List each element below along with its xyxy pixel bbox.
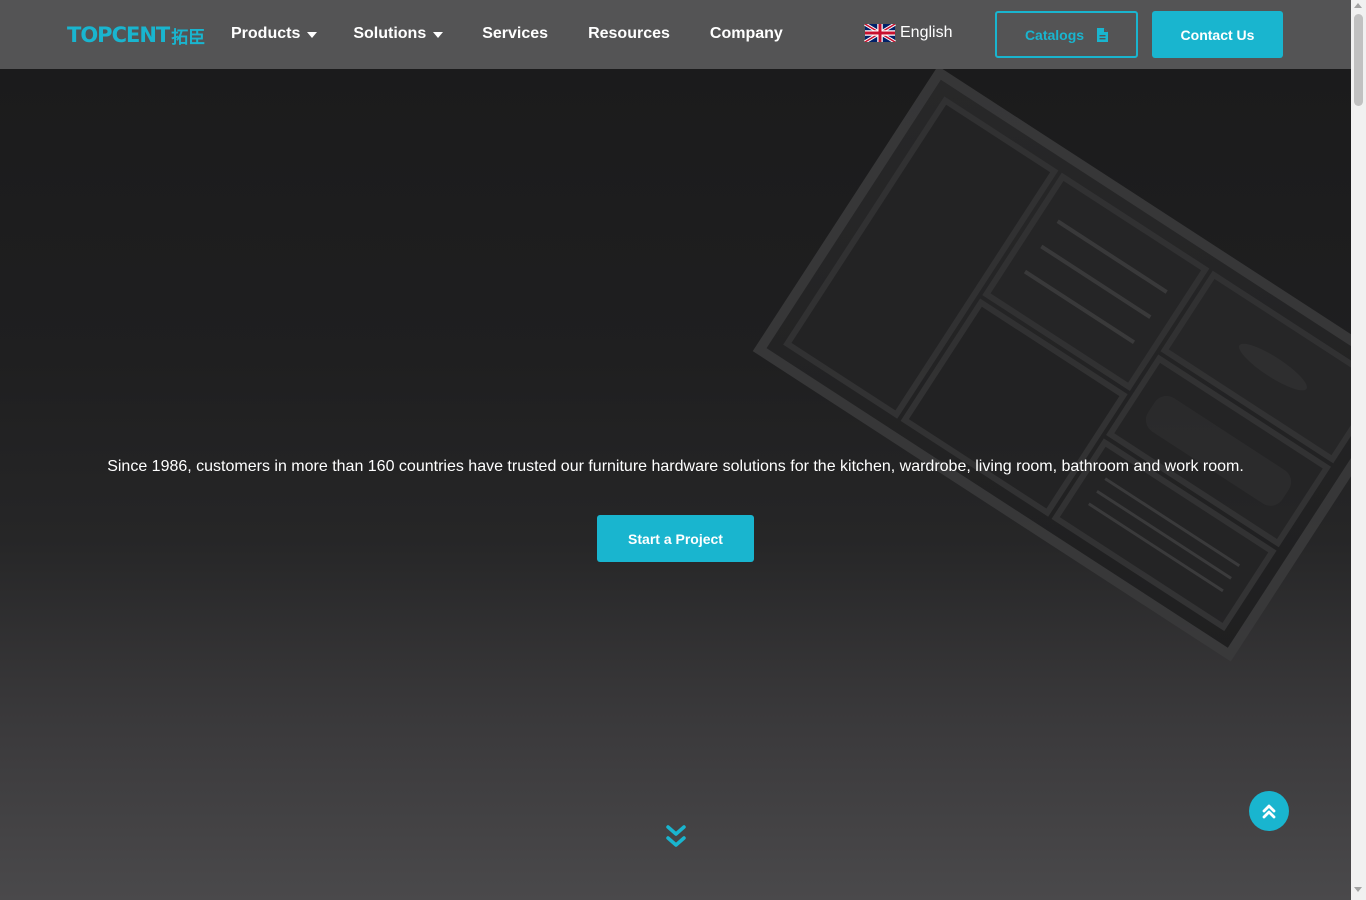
caret-down-icon: [307, 32, 318, 38]
logo-text: TOPCENT: [67, 23, 170, 47]
nav-solutions[interactable]: Solutions: [353, 22, 444, 46]
back-to-top-button[interactable]: [1249, 791, 1289, 831]
double-chevron-down-icon[interactable]: [665, 824, 687, 850]
double-chevron-up-icon: [1262, 804, 1276, 819]
scrollbar-thumb[interactable]: [1354, 14, 1363, 106]
drawer-organizer-image: [752, 65, 1351, 662]
hero-tagline: Since 1986, customers in more than 160 c…: [107, 458, 1244, 475]
language-label: English: [900, 24, 953, 41]
nav-resources[interactable]: Resources: [588, 22, 670, 46]
scroll-down-arrow-icon[interactable]: [1354, 887, 1362, 892]
nav-solutions-label: Solutions: [353, 25, 427, 42]
document-icon: [1097, 27, 1109, 42]
nav-products[interactable]: Products: [231, 22, 318, 46]
logo-text-cn: 拓臣: [171, 27, 206, 48]
site-header: TOPCENT 拓臣 Products Solutions Services R…: [0, 0, 1351, 69]
nav-company-label: Company: [709, 25, 783, 42]
uk-flag-icon: [864, 24, 896, 42]
catalogs-button[interactable]: Catalogs: [995, 11, 1138, 58]
nav-services[interactable]: Services: [482, 22, 548, 46]
nav-company[interactable]: Company: [710, 22, 783, 46]
scroll-up-arrow-icon[interactable]: [1354, 3, 1362, 8]
caret-down-icon: [433, 32, 444, 38]
language-selector[interactable]: English: [864, 24, 952, 42]
hero-section: Since 1986, customers in more than 160 c…: [0, 0, 1351, 900]
nav-products-label: Products: [231, 25, 301, 42]
topcent-logo[interactable]: TOPCENT 拓臣: [67, 22, 205, 48]
nav-services-label: Services: [482, 25, 549, 42]
catalogs-label: Catalogs: [1024, 26, 1085, 43]
start-project-button[interactable]: Start a Project: [597, 515, 754, 562]
contact-us-button[interactable]: Contact Us: [1152, 11, 1283, 58]
main-nav: Products Solutions Services Resources Co…: [231, 22, 783, 46]
nav-resources-label: Resources: [588, 25, 670, 42]
page-scrollbar[interactable]: [1351, 0, 1366, 900]
